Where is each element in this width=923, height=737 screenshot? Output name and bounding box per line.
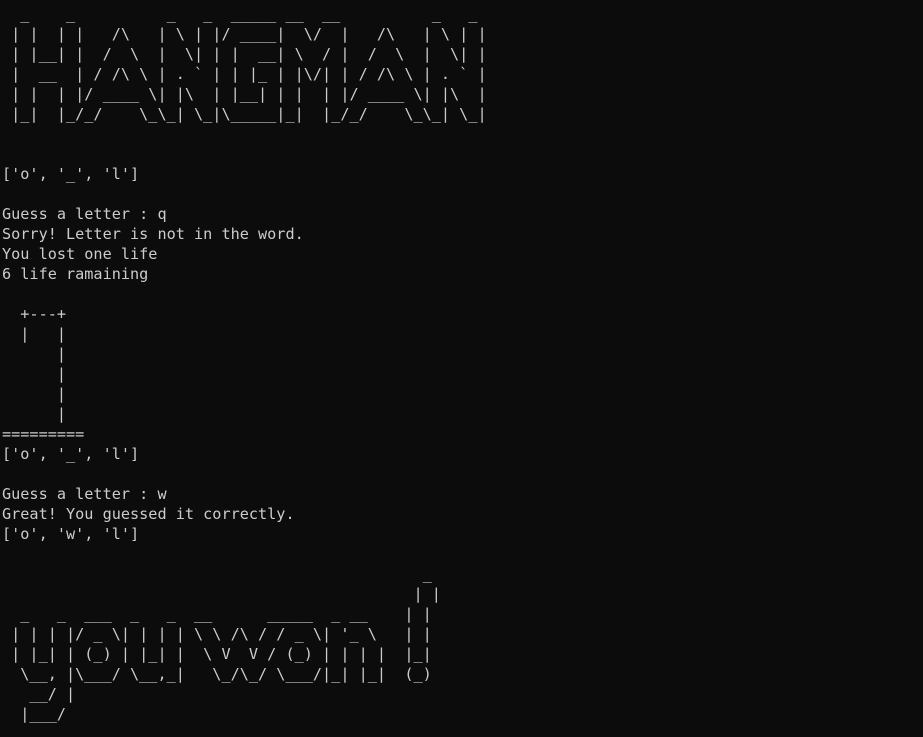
word-state: ['o', '_', 'l'] xyxy=(2,165,140,183)
banner-line: | __ | / /\ \ | . ` | | |_ | |\/| | / /\… xyxy=(2,65,487,83)
gallows-line: | | xyxy=(2,325,67,343)
gallows-line: | xyxy=(2,365,67,383)
win-banner-line: |___/ xyxy=(2,705,67,723)
guess-feedback: Sorry! Letter is not in the word. xyxy=(2,225,304,243)
win-banner-line: \__, |\___/ \__,_| \_/\_/ \___/|_| |_| (… xyxy=(2,665,432,683)
life-lost-message: You lost one life xyxy=(2,245,158,263)
final-word-state: ['o', 'w', 'l'] xyxy=(2,525,140,543)
banner-line: |_| |_/_/ \_\_| \_|\_____|_| |_/_/ \_\_|… xyxy=(2,105,487,123)
win-banner-line: _ _ ___ _ _ __ _____ _ __ | | xyxy=(2,605,432,623)
banner-line: | | | |/ ____ \| |\ | |__| | | | |/ ____… xyxy=(2,85,487,103)
lives-remaining: 6 life ramaining xyxy=(2,265,149,283)
win-banner-line: _ xyxy=(2,565,441,583)
banner-line: | |__| | / \ | \| | | __| \ / | / \ | \|… xyxy=(2,45,487,63)
banner-line: | | | | /\ | \ | |/ ____| \/ | /\ | \ | … xyxy=(2,25,487,43)
guess-prompt: Guess a letter : q xyxy=(2,205,167,223)
banner-line: _ _ _ _ _____ __ __ _ _ xyxy=(2,5,487,23)
word-state: ['o', '_', 'l'] xyxy=(2,445,140,463)
guess-prompt: Guess a letter : w xyxy=(2,485,167,503)
gallows-line: +---+ xyxy=(2,305,67,323)
gallows-line: | xyxy=(2,405,67,423)
win-banner-line: | |_| | (_) | |_| | \ V V / (_) | | | | … xyxy=(2,645,432,663)
gallows-line: | xyxy=(2,345,67,363)
win-banner-line: | | xyxy=(2,585,441,603)
guess-feedback: Great! You guessed it correctly. xyxy=(2,505,295,523)
console-window[interactable]: _ _ _ _ _____ __ __ _ _ | | | | /\ | \ |… xyxy=(0,0,923,737)
win-banner-line: | | | |/ _ \| | | | \ \ /\ / / _ \| '_ \… xyxy=(2,625,432,643)
win-banner-line: __/ | xyxy=(2,685,76,703)
gallows-line: | xyxy=(2,385,67,403)
gallows-base: ========= xyxy=(2,425,85,443)
